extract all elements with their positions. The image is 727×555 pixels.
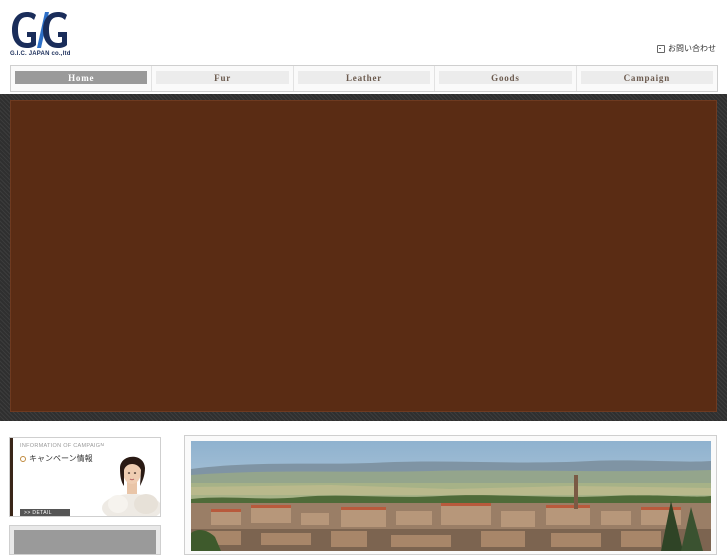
campaign-heading: キャンペーン情報: [20, 453, 93, 464]
nav-label: Goods: [439, 71, 572, 84]
nav-label: Fur: [156, 71, 289, 84]
header: G.I.C. JAPAN co.,ltd お問い合わせ Home Fur Lea…: [0, 0, 727, 94]
contact-link[interactable]: お問い合わせ: [657, 43, 716, 54]
campaign-title: INFORMATION OF CAMPAIGN: [20, 443, 105, 449]
campaign-banner[interactable]: INFORMATION OF CAMPAIGN キャンペーン情報 >> DETA…: [9, 437, 161, 517]
nav-item-fur[interactable]: Fur: [152, 66, 294, 91]
secondary-banner-image: [14, 530, 156, 554]
nav-label: Campaign: [580, 71, 714, 84]
mail-icon: [657, 44, 665, 53]
contact-label: お問い合わせ: [668, 44, 716, 53]
nav-item-home[interactable]: Home: [11, 66, 153, 91]
campaign-heading-text: キャンペーン情報: [29, 454, 93, 463]
nav-item-leather[interactable]: Leather: [294, 66, 436, 91]
nav-label: Leather: [297, 71, 431, 84]
secondary-banner[interactable]: [9, 525, 161, 555]
card-accent: [10, 438, 13, 516]
company-name: G.I.C. JAPAN co.,ltd: [10, 51, 71, 57]
campaign-model-image: [100, 446, 160, 516]
bullet-icon: [20, 455, 26, 462]
nav-label: Home: [15, 71, 148, 84]
town-landscape-image: [191, 441, 711, 551]
nav-item-goods[interactable]: Goods: [435, 66, 577, 91]
nav-item-campaign[interactable]: Campaign: [577, 66, 717, 91]
hero-slideshow: [10, 100, 717, 412]
main-nav: Home Fur Leather Goods Campaign: [10, 65, 718, 92]
detail-button[interactable]: >> DETAIL: [20, 509, 70, 516]
